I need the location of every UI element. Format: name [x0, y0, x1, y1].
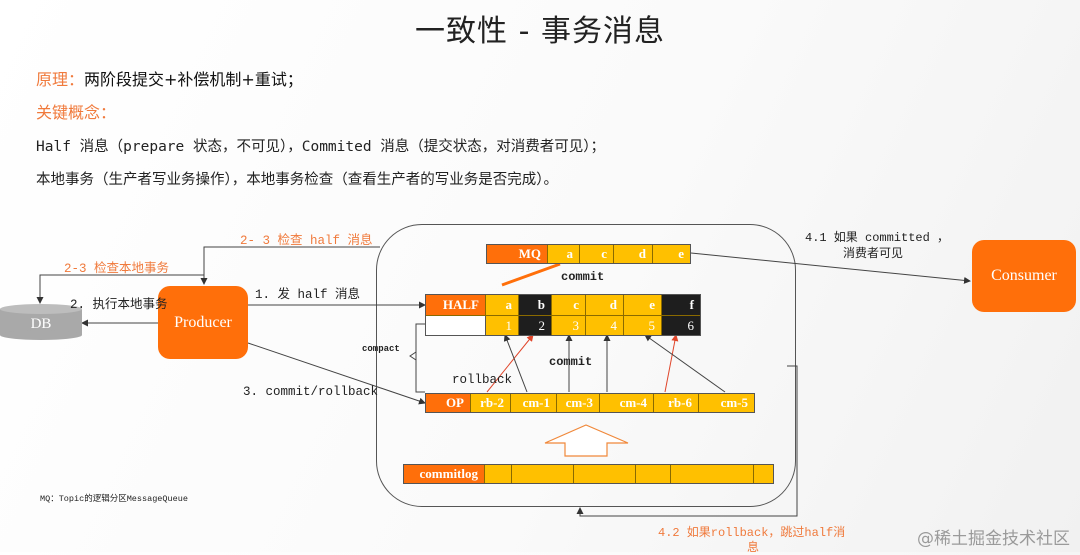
half-cell: c — [552, 295, 586, 315]
op-cell: rb-6 — [654, 394, 699, 412]
mq-cell: a — [548, 245, 580, 263]
mq-cell: e — [653, 245, 690, 263]
commitlog-cell — [574, 465, 636, 483]
label-commit-rollback: 3. commit/rollback — [243, 385, 379, 399]
commitlog-cell — [485, 465, 512, 483]
mq-cell: d — [614, 245, 653, 263]
op-cell: cm-3 — [557, 394, 600, 412]
half-letters-row: HALF a b c d e f — [426, 295, 700, 315]
concepts-label: 关键概念： — [36, 103, 117, 122]
principle-text: 两阶段提交+补偿机制+重试； — [84, 70, 303, 89]
half-blank — [426, 316, 486, 335]
label-check-half: 2- 3 检查 half 消息 — [240, 234, 373, 248]
commitlog-cell — [636, 465, 671, 483]
rollback-label: rollback — [452, 373, 513, 387]
half-offset: 1 — [486, 316, 519, 335]
half-cell: f — [662, 295, 700, 315]
mq-bar: MQ a c d e — [486, 244, 691, 264]
commitlog-cell — [512, 465, 574, 483]
half-offsets-row: 1 2 3 4 5 6 — [426, 315, 700, 335]
op-cell: cm-5 — [699, 394, 754, 412]
edge-check-half — [200, 246, 380, 285]
commitlog-label: commitlog — [404, 465, 485, 483]
half-offset: 3 — [552, 316, 586, 335]
op-cell: cm-4 — [600, 394, 654, 412]
commit-top-label: commit — [561, 270, 605, 284]
half-cell: d — [586, 295, 624, 315]
label-check-local: 2-3 检查本地事务 — [64, 262, 170, 276]
consumer-box: Consumer — [972, 240, 1076, 312]
label-send-half: 1. 发 half 消息 — [255, 288, 361, 302]
half-offset: 6 — [662, 316, 700, 335]
op-cell: rb-2 — [471, 394, 511, 412]
mq-label: MQ — [487, 245, 548, 263]
principle-line: 原理：两阶段提交+补偿机制+重试； — [36, 66, 303, 90]
principle-label: 原理： — [36, 70, 85, 89]
producer-box: Producer — [158, 286, 248, 359]
commitlog-cell — [754, 465, 773, 483]
op-bar: OP rb-2 cm-1 cm-3 cm-4 rb-6 cm-5 — [425, 393, 755, 413]
label-if-committed-1: 4.1 如果 committed ， — [805, 231, 950, 245]
producer-label: Producer — [174, 313, 232, 331]
half-bar: HALF a b c d e f 1 2 3 4 5 6 — [425, 294, 701, 336]
half-cell: b — [519, 295, 552, 315]
concept-line-2: 本地事务（生产者写业务操作），本地事务检查（查看生产者的写业务是否完成）。 — [36, 172, 558, 188]
op-label: OP — [426, 394, 471, 412]
half-cell: e — [624, 295, 662, 315]
commitlog-bar: commitlog — [403, 464, 774, 484]
page-title: 一致性 - 事务消息 — [415, 14, 665, 49]
half-cell: a — [486, 295, 519, 315]
db-label: DB — [30, 316, 52, 332]
watermark: @稀土掘金技术社区 — [917, 529, 1070, 549]
label-if-rollback-2: 息 — [747, 541, 760, 555]
commit-mid-label: commit — [549, 355, 593, 369]
label-if-committed-2: 消费者可见 — [843, 247, 904, 261]
half-offset: 5 — [624, 316, 662, 335]
commitlog-cell — [671, 465, 754, 483]
footnote: MQ：Topic的逻辑分区MessageQueue — [40, 494, 188, 504]
half-label: HALF — [426, 295, 486, 315]
op-cell: cm-1 — [511, 394, 557, 412]
label-exec-local: 2. 执行本地事务 — [70, 298, 168, 312]
concept-line-1: Half 消息（prepare 状态，不可见），Commited 消息（提交状态… — [36, 139, 606, 155]
half-offset: 4 — [586, 316, 624, 335]
compact-label: compact — [362, 344, 400, 354]
consumer-label: Consumer — [991, 267, 1057, 284]
mq-cell: c — [580, 245, 614, 263]
half-offset: 2 — [519, 316, 552, 335]
